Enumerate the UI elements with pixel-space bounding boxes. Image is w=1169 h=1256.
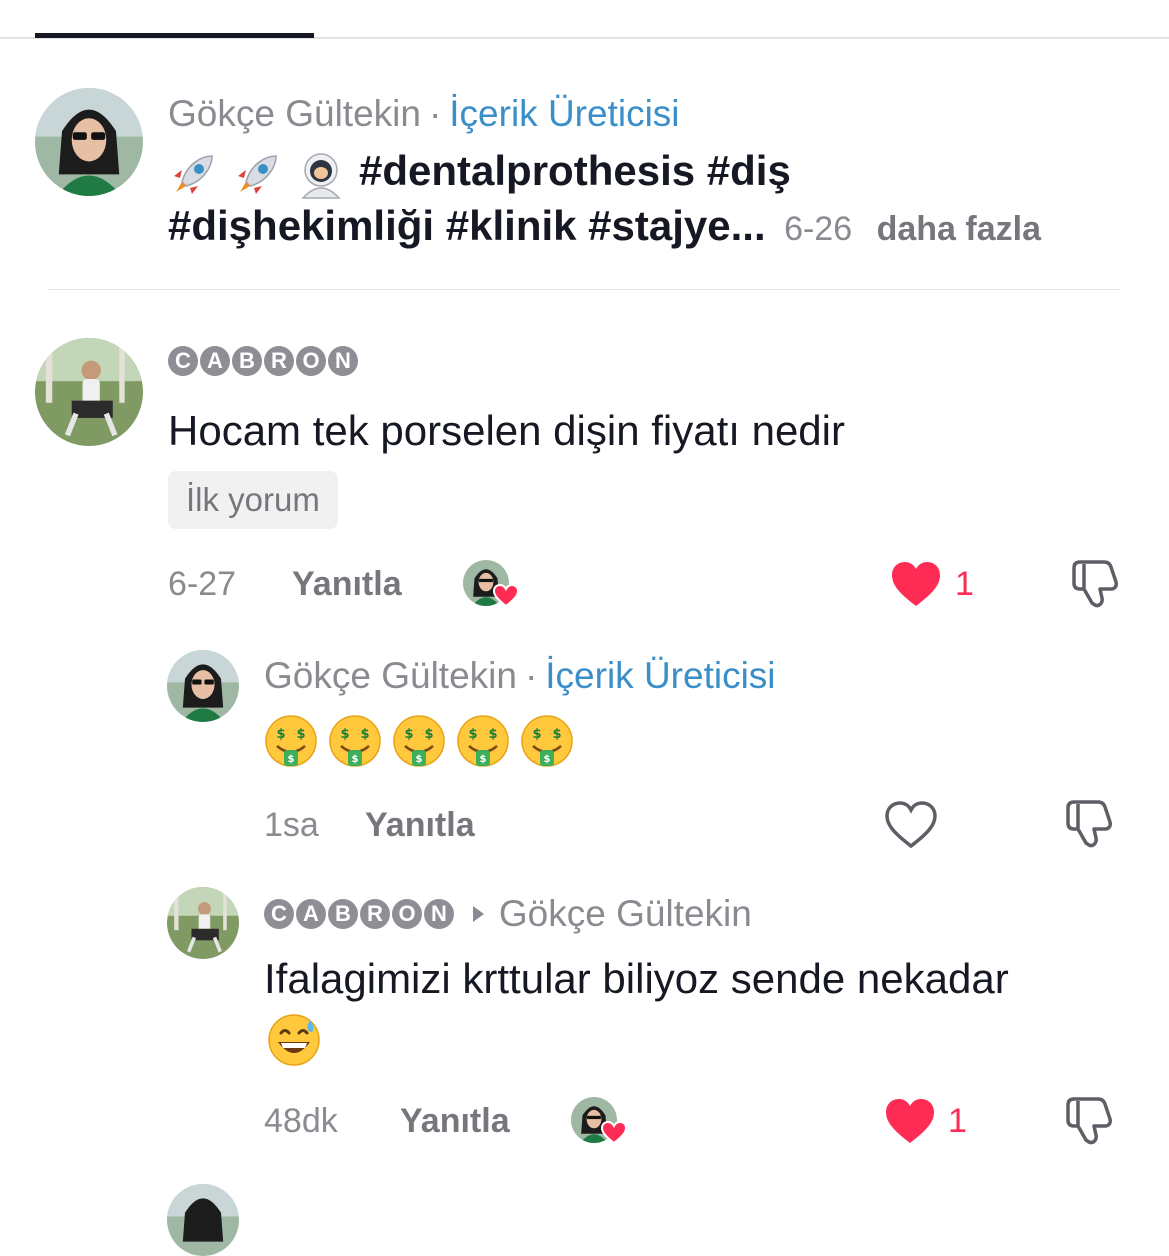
caption-divider — [47, 289, 1121, 290]
svg-text:$: $ — [424, 727, 433, 742]
svg-text:$: $ — [480, 754, 487, 765]
separator-dot: · — [428, 93, 442, 134]
thumbs-down-icon — [1066, 1097, 1112, 1145]
reply-text: Ifalagimizi krttular biliyoz sende nekad… — [264, 955, 1009, 1002]
svg-text:$: $ — [288, 754, 295, 765]
author-letter: A — [200, 346, 230, 376]
creator-liked-indicator — [463, 560, 519, 610]
reply-button[interactable]: Yanıtla — [292, 567, 402, 601]
like-button[interactable] — [890, 560, 942, 613]
creator-role-label: İçerik Üreticisi — [545, 655, 776, 696]
author-letter: C — [264, 898, 294, 929]
comment-time: 6-27 — [168, 565, 237, 603]
author-letter: A — [296, 898, 326, 929]
commenter-avatar[interactable] — [167, 887, 239, 959]
author-letter: N — [328, 346, 358, 376]
author-letter: O — [392, 898, 422, 929]
author-letter: B — [328, 898, 358, 929]
svg-text:$: $ — [468, 727, 477, 742]
reply-header: CABRON Gökçe Gültekin — [264, 895, 752, 932]
caption-header: Gökçe Gültekin · İçerik Üreticisi — [168, 95, 680, 132]
like-button[interactable] — [884, 800, 938, 855]
reply-time: 48dk — [264, 1102, 338, 1140]
heart-filled-icon — [886, 1099, 934, 1143]
money-mouth-face-icon: $ $ $ — [264, 714, 318, 768]
like-button[interactable] — [884, 1097, 936, 1150]
thumbs-down-icon — [1066, 800, 1112, 848]
reply-arrow-icon — [470, 904, 486, 924]
author-letter: B — [232, 346, 262, 376]
money-mouth-face-icon: $ $ $ — [456, 714, 510, 768]
caption-hashtags-2[interactable]: #dişhekimliği #klinik #stajye... — [168, 202, 766, 249]
author-letter: O — [296, 346, 326, 376]
svg-text:$: $ — [552, 727, 561, 742]
heart-badge-icon — [493, 584, 519, 608]
author-letter: R — [360, 898, 390, 929]
heart-outline-icon — [885, 801, 937, 849]
svg-text:$: $ — [488, 727, 497, 742]
svg-text:$: $ — [340, 727, 349, 742]
dislike-button[interactable] — [1062, 798, 1118, 857]
dislike-button[interactable] — [1068, 558, 1124, 617]
caption-date: 6-26 — [784, 210, 853, 248]
see-more-link[interactable]: daha fazla — [877, 210, 1041, 248]
money-mouth-face-icon: $ $ $ — [328, 714, 382, 768]
active-tab-indicator — [35, 33, 314, 38]
grinning-face-with-sweat-icon — [266, 1012, 322, 1073]
separator-dot: · — [524, 655, 538, 696]
creator-avatar[interactable] — [167, 1184, 239, 1256]
creator-avatar[interactable] — [167, 650, 239, 722]
svg-text:$: $ — [416, 754, 423, 765]
rocket-icon — [168, 148, 220, 200]
svg-text:$: $ — [276, 727, 285, 742]
astronaut-icon — [295, 148, 347, 200]
commenter-avatar[interactable] — [35, 338, 143, 446]
author-letter: R — [264, 346, 294, 376]
like-count: 1 — [948, 1102, 967, 1140]
heart-filled-icon — [892, 562, 940, 606]
creator-role-label: İçerik Üreticisi — [449, 93, 680, 134]
reply-to-user[interactable]: Gökçe Gültekin — [499, 893, 752, 934]
caption-hashtags-1[interactable]: #dentalprothesis #diş — [359, 147, 791, 194]
author-letter: N — [424, 898, 454, 929]
author-letter: C — [168, 346, 198, 376]
reply-button[interactable]: Yanıtla — [400, 1104, 510, 1138]
like-count: 1 — [955, 565, 974, 603]
svg-text:$: $ — [544, 754, 551, 765]
first-comment-badge: İlk yorum — [168, 471, 338, 529]
dislike-button[interactable] — [1062, 1095, 1118, 1154]
thumbs-down-icon — [1072, 560, 1118, 608]
comment-text: Hocam tek porselen dişin fiyatı nedir — [168, 407, 845, 454]
reply-emoji-row: $ $ $ $ $ $ $ $ $ $ $ $ $ $ $ — [264, 714, 574, 768]
comment-author-cabron[interactable]: CABRON — [264, 898, 454, 929]
money-mouth-face-icon: $ $ $ — [520, 714, 574, 768]
money-mouth-face-icon: $ $ $ — [392, 714, 446, 768]
caption-line-1: #dentalprothesis #diş — [168, 148, 791, 200]
svg-text:$: $ — [360, 727, 369, 742]
caption-line-2: #dişhekimliği #klinik #stajye... 6-26 da… — [168, 205, 1041, 247]
reply-button[interactable]: Yanıtla — [365, 808, 475, 842]
svg-text:$: $ — [404, 727, 413, 742]
heart-badge-icon — [601, 1121, 627, 1145]
reply-header: Gökçe Gültekin · İçerik Üreticisi — [264, 657, 776, 694]
svg-text:$: $ — [352, 754, 359, 765]
svg-text:$: $ — [296, 727, 305, 742]
comment-author-cabron[interactable]: CABRON — [168, 346, 358, 376]
rocket-icon — [232, 148, 284, 200]
reply-author[interactable]: Gökçe Gültekin — [264, 655, 517, 696]
svg-text:$: $ — [532, 727, 541, 742]
reply-time: 1sa — [264, 806, 319, 844]
caption-author[interactable]: Gökçe Gültekin — [168, 93, 421, 134]
creator-avatar[interactable] — [35, 88, 143, 196]
creator-liked-indicator — [571, 1097, 627, 1147]
